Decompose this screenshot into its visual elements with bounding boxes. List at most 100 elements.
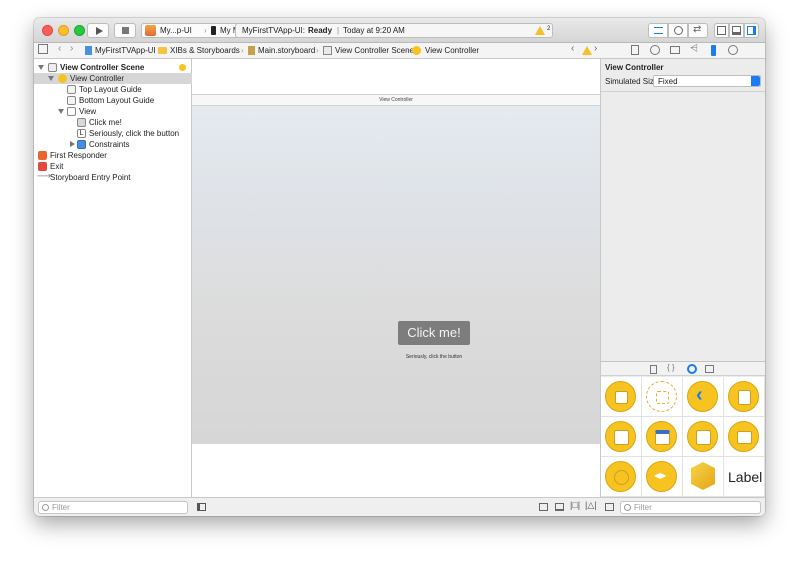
crumb-project[interactable]: MyFirstTVApp-UI <box>95 46 156 55</box>
library-item-storyboard-reference[interactable] <box>642 377 683 417</box>
library-item-tab-bar-controller[interactable] <box>642 417 683 457</box>
toggle-navigator-button[interactable] <box>714 23 729 38</box>
warning-count: 2 <box>547 26 551 32</box>
crumb-storyboard[interactable]: Main.storyboard <box>258 46 315 55</box>
status-time: Today at 9:20 AM <box>343 26 405 35</box>
related-items-icon[interactable] <box>38 44 48 54</box>
click-me-button[interactable]: Click me! <box>398 321 470 345</box>
object-library-icon[interactable] <box>687 364 697 374</box>
storyboard-canvas[interactable]: View Controller Click me! Seriously, cli… <box>192 59 600 497</box>
library-tabs: { } <box>601 361 765 376</box>
seriously-label[interactable]: Seriously, click the button <box>398 354 470 360</box>
outline-label: Exit <box>50 162 64 171</box>
pin-icon[interactable]: |□| <box>570 500 580 510</box>
page-view-controller-icon <box>728 421 759 452</box>
toggle-debug-area-button[interactable] <box>729 23 744 38</box>
quick-help-icon[interactable] <box>650 45 660 55</box>
warning-triangle-icon[interactable] <box>582 46 592 55</box>
assistant-editor-button[interactable] <box>668 23 688 38</box>
navigator-filter-field[interactable]: Filter <box>38 501 188 514</box>
scene-icon <box>48 63 57 72</box>
library-item-av-player-controller[interactable]: ◀▶ <box>642 457 683 497</box>
media-library-icon[interactable] <box>705 365 714 373</box>
library-filter-field[interactable]: Filter <box>620 501 761 514</box>
library-item-view-controller[interactable] <box>601 377 642 417</box>
connections-inspector-icon[interactable] <box>728 45 738 55</box>
library-item-label[interactable]: Label <box>724 457 765 497</box>
storyboard-reference-icon <box>646 381 677 412</box>
library-item-navigation-controller[interactable]: ‹ <box>683 377 724 417</box>
outline-row-scene[interactable]: View Controller Scene <box>34 62 192 73</box>
label-item-text: Label <box>728 469 763 485</box>
align-icon[interactable] <box>555 503 564 511</box>
size-inspector-icon[interactable] <box>711 45 716 56</box>
library-filter-placeholder: Filter <box>634 503 652 512</box>
filter-icon <box>42 504 49 511</box>
tab-bar-controller-icon <box>646 421 677 452</box>
zoom-button[interactable] <box>74 25 85 36</box>
embed-in-stack-icon[interactable] <box>539 503 548 511</box>
resolve-auto-layout-icon[interactable]: |△| <box>585 500 597 511</box>
outline-row-button[interactable]: Click me! <box>34 117 192 128</box>
disclosure-open-icon[interactable] <box>58 109 64 114</box>
minimize-button[interactable] <box>58 25 69 36</box>
simulated-size-popup[interactable]: Fixed <box>653 75 761 87</box>
code-snippet-icon[interactable]: { } <box>667 363 675 372</box>
toggle-utilities-button[interactable] <box>744 23 759 38</box>
outline-row-bottom-layout-guide[interactable]: Bottom Layout Guide <box>34 95 192 106</box>
library-item-split-view-controller[interactable] <box>683 417 724 457</box>
library-item-page-view-controller[interactable] <box>724 417 765 457</box>
outline-row-exit[interactable]: Exit <box>34 161 192 172</box>
file-inspector-icon[interactable] <box>631 45 639 55</box>
outline-row-constraints[interactable]: Constraints <box>34 139 192 150</box>
forward-arrow-icon[interactable]: › <box>70 43 73 54</box>
library-item-collection-view-controller[interactable] <box>601 417 642 457</box>
standard-editor-button[interactable] <box>648 23 668 38</box>
outline-row-label[interactable]: L Seriously, click the button <box>34 128 192 139</box>
simulated-size-value: Fixed <box>658 77 678 86</box>
identity-inspector-icon[interactable] <box>670 46 680 54</box>
simulated-size-label: Simulated Size <box>605 77 659 86</box>
xcode-window: My...p-UI › My Mac MyFirstTVApp-UI: Read… <box>34 18 765 516</box>
file-template-icon[interactable] <box>650 365 657 374</box>
version-editor-button[interactable]: ⇄ <box>688 23 708 38</box>
outline-label: View Controller <box>70 74 125 83</box>
show-outline-icon[interactable] <box>197 503 206 511</box>
outline-label: Storyboard Entry Point <box>50 173 131 182</box>
stop-button[interactable] <box>114 23 136 38</box>
outline-label: Top Layout Guide <box>79 85 142 94</box>
outline-label: Click me! <box>89 118 122 127</box>
disclosure-closed-icon[interactable] <box>70 141 75 147</box>
outline-row-entry-point[interactable]: ⟶ Storyboard Entry Point <box>34 171 192 183</box>
outline-row-top-layout-guide[interactable]: Top Layout Guide <box>34 84 192 95</box>
utilities-panel-icon <box>747 26 756 35</box>
library-grid-toggle-icon[interactable] <box>605 503 614 511</box>
chevron-right-icon: › <box>151 46 154 55</box>
outline-row-view-controller[interactable]: View Controller <box>34 73 192 84</box>
library-item-object[interactable] <box>683 457 724 497</box>
attributes-inspector-icon[interactable]: ⩤ <box>690 43 698 54</box>
outline-row-view[interactable]: View <box>34 106 192 117</box>
chevron-right-icon: › <box>405 46 408 55</box>
run-button[interactable] <box>87 23 109 38</box>
disclosure-open-icon[interactable] <box>48 76 54 81</box>
crumb-scene[interactable]: View Controller Scene <box>335 46 414 55</box>
next-issue-icon[interactable]: › <box>594 43 597 54</box>
crumb-group[interactable]: XIBs & Storyboards <box>170 46 240 55</box>
disclosure-open-icon[interactable] <box>38 65 44 70</box>
navigator-filter-placeholder: Filter <box>52 503 70 512</box>
previous-issue-icon[interactable]: ‹ <box>571 43 574 54</box>
back-arrow-icon[interactable]: ‹ <box>58 43 61 54</box>
close-button[interactable] <box>42 25 53 36</box>
crumb-view-controller[interactable]: View Controller <box>425 46 479 55</box>
scheme-target-label: My...p-UI <box>160 26 192 35</box>
button-icon <box>77 118 86 127</box>
exit-icon <box>38 162 47 171</box>
view-controller-scene[interactable]: View Controller Click me! Seriously, cli… <box>192 94 600 444</box>
library-item-table-view-controller[interactable] <box>724 377 765 417</box>
view-controller-icon <box>605 381 636 412</box>
outline-row-first-responder[interactable]: First Responder <box>34 150 192 161</box>
scene-icon <box>323 46 332 55</box>
layout-guide-icon <box>67 96 76 105</box>
library-item-glkit-view-controller[interactable] <box>601 457 642 497</box>
